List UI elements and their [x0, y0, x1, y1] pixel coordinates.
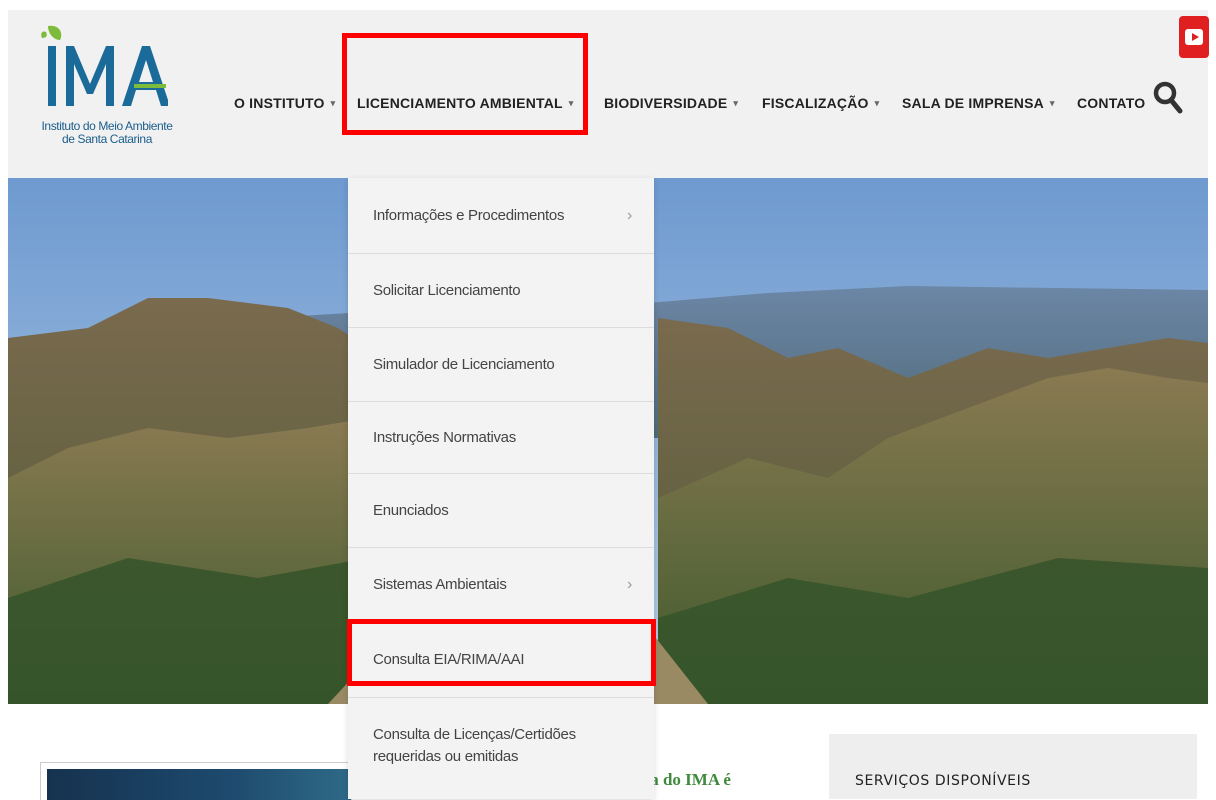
menu-item-consulta-licencas-certidoes[interactable]: Consulta de Licenças/Certidões requerida… — [348, 698, 654, 799]
nav-item-label: FISCALIZAÇÃO — [762, 95, 869, 111]
menu-item-label: Consulta de Licenças/Certidões requerida… — [373, 724, 576, 768]
menu-item-enunciados[interactable]: Enunciados — [348, 474, 654, 548]
caret-down-icon: ▾ — [733, 98, 739, 108]
caret-down-icon: ▾ — [330, 98, 336, 108]
news-thumbnail-image — [47, 769, 351, 800]
caret-down-icon: ▾ — [568, 98, 574, 108]
menu-item-informacoes-procedimentos[interactable]: Informações e Procedimentos › — [348, 178, 654, 254]
caret-down-icon: ▾ — [874, 98, 880, 108]
menu-item-simulador-licenciamento[interactable]: Simulador de Licenciamento — [348, 328, 654, 402]
nav-item-label: CONTATO — [1077, 95, 1146, 111]
site-logo[interactable]: Instituto do Meio Ambiente de Santa Cata… — [38, 22, 188, 162]
nav-item-biodiversidade[interactable]: BIODIVERSIDADE ▾ — [604, 95, 738, 111]
logo-subtitle: Instituto do Meio Ambiente de Santa Cata… — [32, 120, 182, 146]
menu-item-label: Instruções Normativas — [373, 429, 516, 446]
nav-item-sala-de-imprensa[interactable]: SALA DE IMPRENSA ▾ — [902, 95, 1055, 111]
nav-item-label: SALA DE IMPRENSA — [902, 95, 1044, 111]
menu-item-label-line2: requeridas ou emitidas — [373, 748, 519, 765]
menu-item-label: Solicitar Licenciamento — [373, 282, 521, 299]
licenciamento-dropdown-menu: Informações e Procedimentos › Solicitar … — [348, 178, 654, 799]
nav-item-fiscalizacao[interactable]: FISCALIZAÇÃO ▾ — [762, 95, 879, 111]
nav-item-o-instituto[interactable]: O INSTITUTO ▾ — [234, 95, 335, 111]
menu-item-label: Informações e Procedimentos — [373, 207, 565, 224]
menu-item-label: Consulta EIA/RIMA/AAI — [373, 651, 525, 668]
menu-item-solicitar-licenciamento[interactable]: Solicitar Licenciamento — [348, 254, 654, 328]
nav-item-label: BIODIVERSIDADE — [604, 95, 728, 111]
nav-item-label: O INSTITUTO — [234, 95, 325, 111]
youtube-icon[interactable] — [1179, 16, 1209, 58]
menu-item-consulta-eia-rima-aai[interactable]: Consulta EIA/RIMA/AAI — [348, 622, 654, 698]
chevron-right-icon: › — [626, 206, 632, 224]
caret-down-icon: ▾ — [1049, 98, 1055, 108]
services-title: SERVIÇOS DISPONÍVEIS — [855, 773, 1031, 789]
search-icon[interactable] — [1153, 80, 1183, 114]
menu-item-sistemas-ambientais[interactable]: Sistemas Ambientais › — [348, 548, 654, 622]
services-box: SERVIÇOS DISPONÍVEIS — [829, 734, 1197, 799]
ima-logo-mark — [41, 25, 168, 106]
nav-item-label: LICENCIAMENTO AMBIENTAL — [357, 95, 563, 111]
menu-item-label: Sistemas Ambientais — [373, 576, 507, 593]
nav-item-contato[interactable]: CONTATO — [1077, 95, 1145, 111]
chevron-right-icon: › — [626, 575, 632, 593]
menu-item-label: Enunciados — [373, 502, 449, 519]
menu-item-label: Simulador de Licenciamento — [373, 356, 555, 373]
menu-item-label-line1: Consulta de Licenças/Certidões — [373, 726, 576, 743]
nav-item-licenciamento-ambiental[interactable]: LICENCIAMENTO AMBIENTAL ▾ — [357, 95, 574, 111]
logo-subtitle-line2: de Santa Catarina — [62, 132, 152, 146]
site-header: Instituto do Meio Ambiente de Santa Cata… — [8, 10, 1208, 178]
news-thumbnail[interactable] — [40, 762, 352, 800]
menu-item-instrucoes-normativas[interactable]: Instruções Normativas — [348, 402, 654, 474]
play-icon — [1192, 33, 1199, 41]
